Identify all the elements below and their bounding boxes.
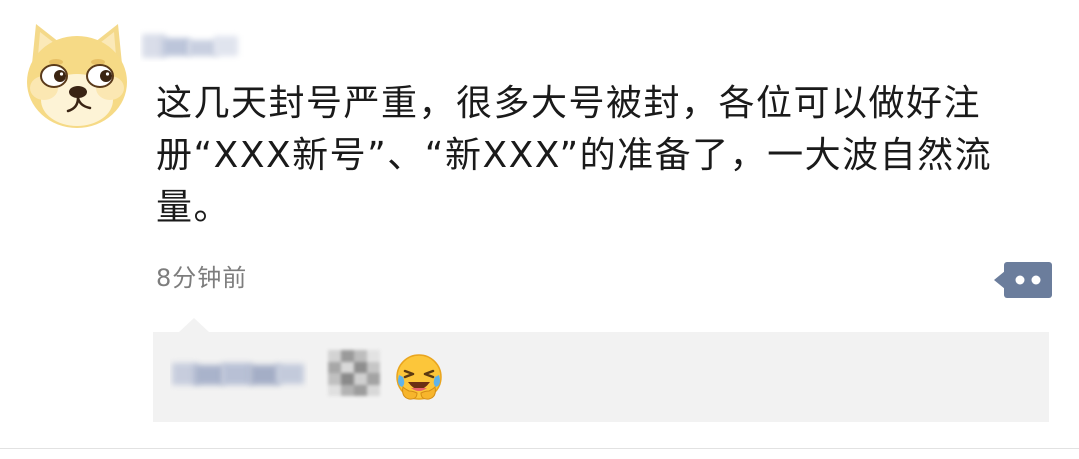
doge-avatar-icon [27, 24, 127, 128]
comment-box-arrow [178, 318, 210, 333]
post-timestamp: 8分钟前 [156, 264, 248, 292]
more-dots-icon [994, 262, 1052, 298]
commenter-name-blurred[interactable] [170, 355, 308, 391]
avatar[interactable] [18, 16, 136, 134]
pixelated-content [328, 350, 380, 396]
bottom-divider [0, 448, 1079, 449]
laughing-crying-emoji-icon [395, 353, 443, 401]
username-blurred[interactable] [140, 28, 244, 62]
more-button[interactable] [994, 262, 1052, 298]
post-text: 这几天封号严重，很多大号被封，各位可以做好注册“XXX新号”、“新XXX”的准备… [156, 83, 993, 228]
